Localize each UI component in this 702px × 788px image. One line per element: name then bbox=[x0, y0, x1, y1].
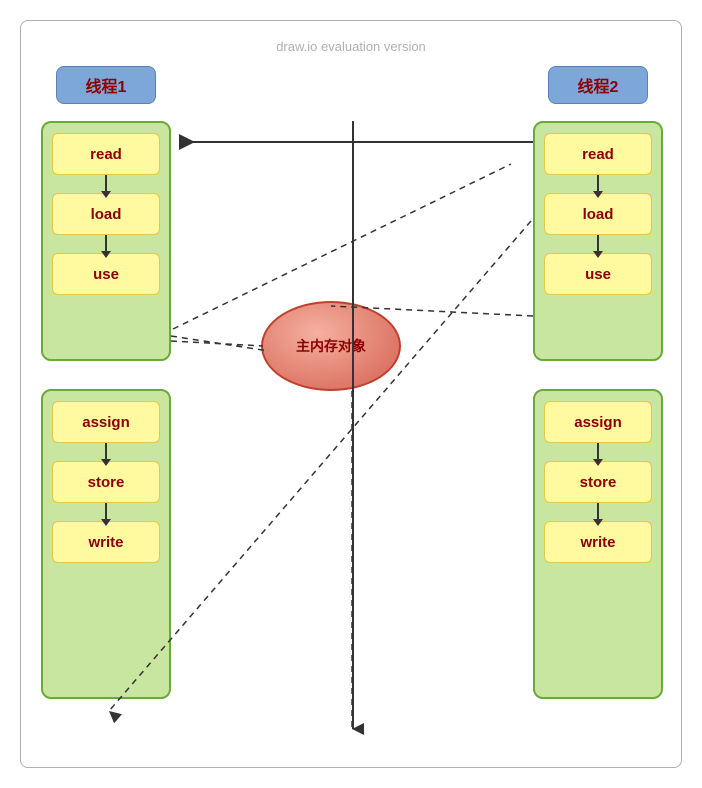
arrow-down-icon bbox=[105, 235, 107, 253]
thread2-top-col: read load use bbox=[533, 121, 663, 361]
thread1-load-box: load bbox=[52, 193, 160, 235]
arrow-down-icon bbox=[105, 443, 107, 461]
arrow-down-icon bbox=[597, 175, 599, 193]
thread2-store-box: store bbox=[544, 461, 652, 503]
thread1-bottom-col: assign store write bbox=[41, 389, 171, 699]
thread2-use-box: use bbox=[544, 253, 652, 295]
arrow-down-icon bbox=[105, 503, 107, 521]
thread1-header: 线程1 bbox=[56, 66, 156, 104]
thread1-top-col: read load use bbox=[41, 121, 171, 361]
main-container: draw.io evaluation version 线程1 线程2 read … bbox=[20, 20, 682, 768]
watermark-text: draw.io evaluation version bbox=[276, 39, 426, 54]
thread2-assign-box: assign bbox=[544, 401, 652, 443]
dashed-to-memory bbox=[171, 341, 263, 346]
thread2-write-box: write bbox=[544, 521, 652, 563]
thread2-bottom-col: assign store write bbox=[533, 389, 663, 699]
arrow-down-icon bbox=[597, 503, 599, 521]
thread2-load-box: load bbox=[544, 193, 652, 235]
arrow-down-icon bbox=[105, 175, 107, 193]
thread1-write-box: write bbox=[52, 521, 160, 563]
thread1-assign-box: assign bbox=[52, 401, 160, 443]
arrow-down-icon bbox=[597, 443, 599, 461]
dashed-arrow-2 bbox=[171, 336, 269, 351]
thread2-header: 线程2 bbox=[548, 66, 648, 104]
arrow-down-icon bbox=[597, 235, 599, 253]
memory-ellipse: 主内存对象 bbox=[261, 301, 401, 391]
thread1-read-box: read bbox=[52, 133, 160, 175]
thread2-read-box: read bbox=[544, 133, 652, 175]
dashed-long-1 bbox=[109, 221, 531, 711]
thread1-use-box: use bbox=[52, 253, 160, 295]
center-line bbox=[352, 121, 354, 729]
thread1-store-box: store bbox=[52, 461, 160, 503]
